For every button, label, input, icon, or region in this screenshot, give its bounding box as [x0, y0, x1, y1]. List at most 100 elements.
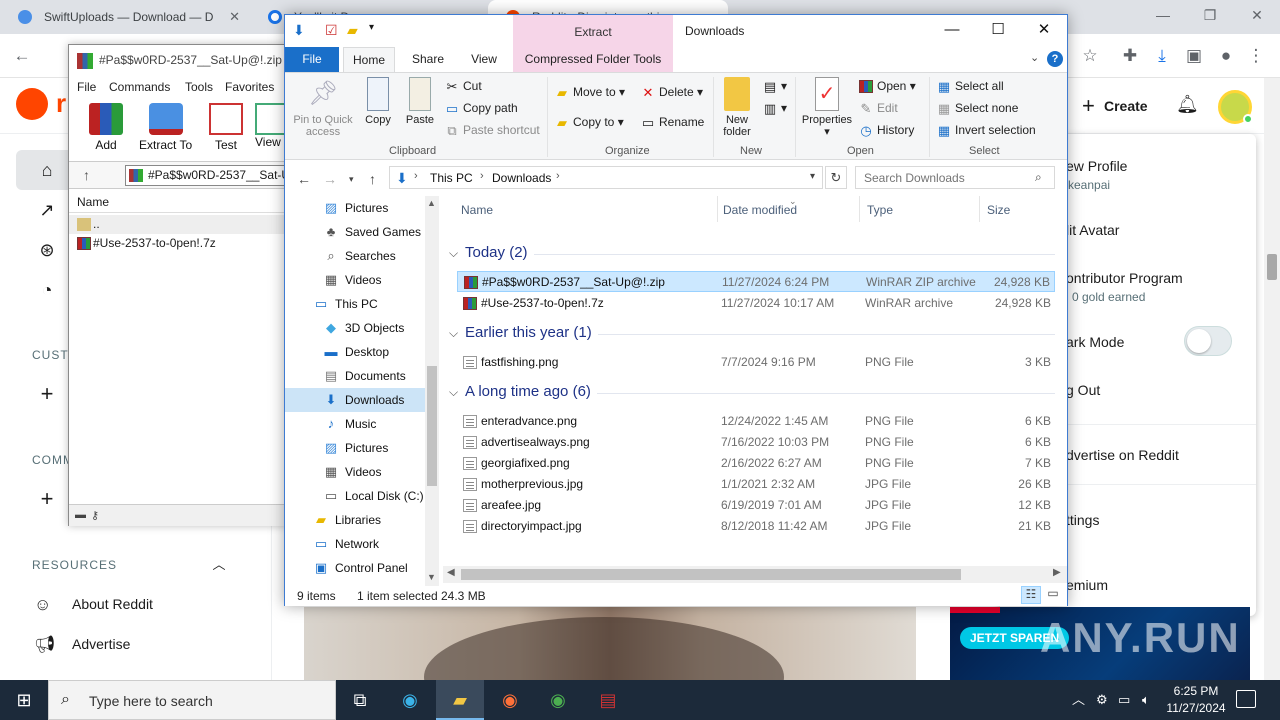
back-icon[interactable]: ←	[10, 44, 34, 68]
reddit-logo-text[interactable]: r	[56, 88, 66, 119]
edit-avatar-item[interactable]: lit Avatar	[1066, 222, 1280, 238]
copy-to-button[interactable]: ▰ Copy to ▾	[555, 115, 624, 129]
menu-icon[interactable]: ⋮	[1244, 44, 1268, 68]
advertise-item[interactable]: dvertise on Reddit	[1066, 447, 1280, 463]
breadcrumb-separator-icon[interactable]: ›	[414, 170, 418, 182]
about-reddit-link[interactable]: About Reddit	[72, 596, 153, 612]
invert-selection-button[interactable]: ▦ Invert selection	[937, 123, 1036, 137]
nav-item[interactable]: ▦ Videos	[285, 268, 425, 292]
popular-icon[interactable]: ↗	[34, 197, 60, 223]
large-icons-view-icon[interactable]: ▭	[1043, 586, 1063, 604]
select-all-button[interactable]: ▦ Select all	[937, 79, 1004, 93]
history-button[interactable]: ◷ History	[859, 123, 914, 137]
navigation-scrollbar[interactable]: ▲ ▼	[425, 196, 439, 586]
download-icon[interactable]: ⤓	[1150, 44, 1174, 68]
customize-qat-icon[interactable]: ▾	[369, 22, 374, 33]
nav-item[interactable]: ⌕ Searches	[285, 244, 425, 268]
easy-access-button[interactable]: ▥ ▾	[763, 101, 787, 115]
properties-button[interactable]: ✓ Properties ▾	[799, 77, 855, 138]
star-icon[interactable]: ☆	[1078, 44, 1102, 68]
scrollbar-thumb[interactable]	[1267, 254, 1277, 280]
file-row[interactable]: advertisealways.png 7/16/2022 10:03 PM PNG…	[457, 432, 1055, 453]
close-icon[interactable]: ✕	[229, 0, 240, 34]
column-divider[interactable]	[979, 196, 980, 222]
column-divider[interactable]	[859, 196, 860, 222]
maximize-icon[interactable]: ☐	[975, 15, 1021, 47]
tab-share[interactable]: Share	[405, 47, 451, 73]
bell-icon[interactable]: 🔔︎	[1176, 94, 1199, 118]
close-icon[interactable]: ✕	[1234, 0, 1280, 30]
nav-item[interactable]: ▦ Videos	[285, 460, 425, 484]
firefox-icon[interactable]: ◉	[486, 680, 534, 720]
breadcrumb-downloads[interactable]: Downloads	[492, 171, 551, 185]
new-folder-button[interactable]: New folder	[717, 77, 757, 138]
column-divider[interactable]	[717, 196, 718, 222]
file-row[interactable]: areafee.jpg 6/19/2019 7:01 AM JPG File 12 K…	[457, 495, 1055, 516]
search-input[interactable]	[855, 166, 1055, 189]
nav-item[interactable]: ▬ Desktop	[285, 340, 425, 364]
column-header-name[interactable]: Name	[461, 203, 493, 217]
reddit-logo-icon[interactable]	[16, 88, 48, 120]
minimize-icon[interactable]: —	[1140, 0, 1186, 30]
nav-item[interactable]: ▨ Pictures	[285, 196, 425, 220]
close-icon[interactable]: ✕	[1021, 15, 1067, 47]
all-icon[interactable]: ◔	[34, 277, 60, 303]
file-explorer-icon[interactable]: ▰	[436, 680, 484, 720]
plus-icon[interactable]: +	[34, 381, 60, 407]
menu-tools[interactable]: Tools	[185, 80, 213, 94]
menu-commands[interactable]: Commands	[109, 80, 170, 94]
refresh-icon[interactable]: ↻	[825, 166, 847, 189]
column-header-date[interactable]: Date modified	[723, 203, 797, 217]
new-folder-icon[interactable]: ▰	[347, 22, 358, 39]
contributor-program-item[interactable]: ontributor Program	[1066, 270, 1280, 286]
scroll-up-icon[interactable]: ▲	[427, 198, 436, 208]
scroll-down-icon[interactable]: ▼	[427, 572, 436, 582]
volume-icon[interactable]: 🔈︎	[1142, 680, 1150, 720]
premium-item[interactable]: emium	[1066, 577, 1280, 593]
sidepanel-icon[interactable]: ▣	[1182, 44, 1206, 68]
profile-icon[interactable]: ●	[1214, 44, 1238, 68]
recent-locations-icon[interactable]: ▾	[349, 174, 354, 185]
nav-item[interactable]: ▣ Control Panel	[285, 556, 425, 580]
network-icon[interactable]: ▭	[1118, 680, 1130, 720]
pin-quick-access-button[interactable]: 📌︎ Pin to Quick access	[291, 77, 355, 138]
new-item-button[interactable]: ▤ ▾	[763, 79, 787, 93]
nav-item[interactable]: ⬇ Downloads	[285, 388, 425, 412]
restore-icon[interactable]: ❐	[1187, 0, 1233, 30]
task-view-icon[interactable]: ⧉	[336, 680, 384, 720]
file-row[interactable]: #Pa$$w0RD-2537__Sat-Up@!.zip 11/27/2024 6…	[457, 271, 1055, 292]
tab-view[interactable]: View	[461, 47, 507, 73]
copy-button[interactable]: Copy	[363, 77, 393, 126]
forward-arrow-icon[interactable]: →	[323, 171, 337, 187]
open-button[interactable]: Open ▾	[859, 79, 916, 93]
back-arrow-icon[interactable]: ←	[297, 171, 311, 187]
tab-compressed-folder-tools[interactable]: Compressed Folder Tools	[513, 47, 673, 73]
column-header-name[interactable]: Name	[69, 191, 289, 213]
minimize-icon[interactable]: —	[929, 15, 975, 47]
breadcrumb-separator-icon[interactable]: ›	[556, 170, 560, 182]
file-row[interactable]: enteradvance.png 12/24/2022 1:45 AM PNG Fi…	[457, 411, 1055, 432]
up-arrow-icon[interactable]: ↑	[83, 167, 90, 183]
paste-button[interactable]: Paste	[403, 77, 437, 126]
scrollbar-thumb[interactable]	[461, 569, 961, 580]
test-button[interactable]: Test	[209, 103, 243, 152]
log-out-item[interactable]: g Out	[1066, 382, 1280, 398]
windows-start-icon[interactable]: ⊞	[0, 680, 48, 720]
cut-button[interactable]: ✂ Cut	[445, 79, 482, 93]
copy-path-button[interactable]: ▭ Copy path	[445, 101, 518, 115]
view-profile-item[interactable]: ew Profile	[1066, 158, 1280, 174]
help-icon[interactable]: ?	[1047, 51, 1063, 67]
taskbar-search[interactable]: ⌕ Type here to search	[48, 680, 336, 720]
breadcrumb-separator-icon[interactable]: ›	[480, 170, 484, 182]
address-dropdown-icon[interactable]: ▾	[810, 171, 815, 182]
post-image[interactable]	[304, 607, 916, 680]
chrome-icon[interactable]: ◉	[534, 680, 582, 720]
plus-icon[interactable]: +	[34, 486, 60, 512]
winrar-icon[interactable]: ▤	[584, 680, 632, 720]
scroll-right-icon[interactable]: ▶	[1053, 567, 1061, 578]
chevron-down-icon[interactable]: ⌄	[1030, 51, 1039, 64]
column-header-size[interactable]: Size	[987, 203, 1010, 217]
edge-icon[interactable]: ◉	[386, 680, 434, 720]
group-header[interactable]: ⌵ Earlier this year (1)	[449, 324, 592, 341]
move-to-button[interactable]: ▰ Move to ▾	[555, 85, 625, 99]
